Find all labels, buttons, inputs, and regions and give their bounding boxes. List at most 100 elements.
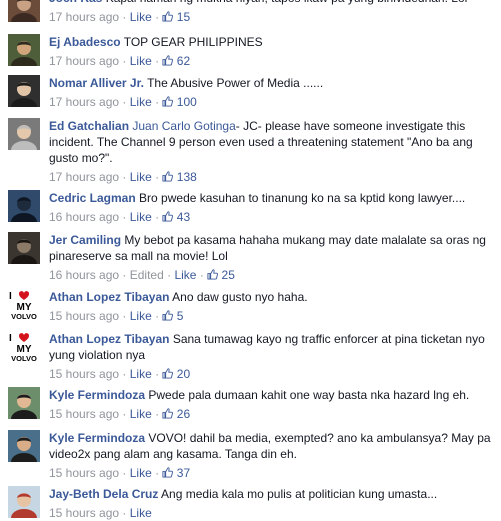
comment-meta: 17 hours ago · Like · 100 (49, 94, 495, 110)
separator-dot: · (122, 407, 127, 421)
like-button[interactable]: Like (130, 210, 152, 224)
comment-text-line: Ej Abadesco TOP GEAR PHILIPPINES (49, 34, 495, 50)
comment-text: Pwede pala dumaan kahit one way basta nk… (148, 388, 470, 402)
author-name-link[interactable]: Athan Lopez Tibayan (49, 332, 169, 346)
svg-text:VOLVO: VOLVO (11, 354, 37, 363)
like-button[interactable]: Like (130, 170, 152, 184)
like-button[interactable]: Like (130, 407, 152, 421)
avatar[interactable] (8, 387, 40, 419)
avatar[interactable] (8, 75, 40, 107)
timestamp-link[interactable]: 17 hours ago (49, 170, 119, 184)
timestamp-link[interactable]: 15 hours ago (49, 309, 119, 323)
comment-meta: 15 hours ago · Like · 37 (49, 465, 495, 481)
like-count[interactable]: 15 (162, 10, 190, 24)
svg-text:I: I (9, 291, 12, 302)
timestamp-link[interactable]: 15 hours ago (49, 407, 119, 421)
comment-meta: 15 hours ago · Like · 26 (49, 406, 495, 422)
like-count[interactable]: 138 (162, 170, 197, 184)
like-count[interactable]: 100 (162, 95, 197, 109)
thumbs-up-icon (162, 11, 174, 22)
avatar[interactable] (8, 232, 40, 264)
like-count[interactable]: 26 (162, 407, 190, 421)
author-name-link[interactable]: Ed Gatchalian (49, 119, 129, 133)
like-count[interactable]: 20 (162, 367, 190, 381)
comment-body: Nomar Alliver Jr. The Abusive Power of M… (49, 75, 495, 110)
avatar[interactable] (8, 0, 40, 22)
like-button[interactable]: Like (174, 268, 196, 282)
like-count[interactable]: 5 (162, 309, 183, 323)
like-button[interactable]: Like (130, 309, 152, 323)
author-name-link[interactable]: Athan Lopez Tibayan (49, 290, 169, 304)
like-count[interactable]: 62 (162, 54, 190, 68)
like-button[interactable]: Like (130, 506, 152, 520)
separator-dot: · (122, 367, 127, 381)
separator-dot: · (155, 407, 160, 421)
edited-label[interactable]: Edited (130, 268, 164, 282)
comment-text-line: Jay-Beth Dela Cruz Ang media kala mo pul… (49, 486, 495, 502)
like-count-number: 26 (176, 407, 191, 421)
thumbs-up-icon (162, 368, 174, 379)
author-name-link[interactable]: Joch Ras (49, 0, 102, 5)
timestamp-link[interactable]: 15 hours ago (49, 367, 119, 381)
i-love-my-volvo-logo-avatar[interactable]: I MY VOLVO (8, 289, 40, 321)
timestamp-link[interactable]: 17 hours ago (49, 10, 119, 24)
timestamp-link[interactable]: 15 hours ago (49, 506, 119, 520)
comment-body: Jay-Beth Dela Cruz Ang media kala mo pul… (49, 486, 495, 521)
like-count[interactable]: 25 (207, 268, 235, 282)
separator-dot: · (155, 210, 160, 224)
author-name-link[interactable]: Ej Abadesco (49, 35, 121, 49)
author-name-link[interactable]: Kyle Fermindoza (49, 388, 145, 402)
thumbs-up-icon (162, 408, 174, 419)
avatar[interactable] (8, 118, 40, 150)
comment-text: The Abusive Power of Media ...... (147, 76, 324, 90)
like-count[interactable]: 43 (162, 210, 190, 224)
avatar[interactable] (8, 190, 40, 222)
avatar[interactable] (8, 486, 40, 518)
like-count[interactable]: 37 (162, 466, 190, 480)
timestamp-link[interactable]: 16 hours ago (49, 268, 119, 282)
comment-text: Bro pwede kasuhan to tinanung ko na sa k… (139, 191, 466, 205)
author-name-link[interactable]: Jer Camiling (49, 233, 121, 247)
like-count-number: 37 (176, 466, 191, 480)
like-button[interactable]: Like (130, 466, 152, 480)
author-name-link[interactable]: Nomar Alliver Jr. (49, 76, 144, 90)
separator-dot: · (155, 309, 160, 323)
like-count-number: 15 (176, 10, 191, 24)
like-count-number: 25 (221, 268, 235, 282)
like-button[interactable]: Like (130, 367, 152, 381)
like-count-number: 100 (176, 95, 197, 109)
comment-text-line: Athan Lopez Tibayan Sana tumawag kayo ng… (49, 331, 495, 363)
author-name-link[interactable]: Cedric Lagman (49, 191, 136, 205)
thumbs-up-icon (162, 55, 174, 66)
comment-text-line: Cedric Lagman Bro pwede kasuhan to tinan… (49, 190, 495, 206)
separator-dot: · (122, 210, 127, 224)
avatar[interactable] (8, 34, 40, 66)
comment-text-line: Kyle Fermindoza VOVO! dahil ba media, ex… (49, 430, 495, 462)
like-button[interactable]: Like (130, 10, 152, 24)
separator-dot: · (199, 268, 204, 282)
avatar[interactable] (8, 430, 40, 462)
timestamp-link[interactable]: 16 hours ago (49, 210, 119, 224)
separator-dot: · (122, 309, 127, 323)
tagged-user-link[interactable]: Juan Carlo Gotinga (132, 119, 235, 133)
timestamp-link[interactable]: 15 hours ago (49, 466, 119, 480)
comment-text: Kapal naman ng mukha niyan, tapos ikaw p… (106, 0, 468, 5)
like-button[interactable]: Like (130, 95, 152, 109)
comment-meta: 16 hours ago · Edited · Like · 25 (49, 267, 495, 283)
i-love-my-volvo-logo-avatar[interactable]: I MY VOLVO (8, 331, 40, 363)
separator-dot: · (122, 95, 127, 109)
separator-dot: · (167, 268, 172, 282)
thumbs-up-icon (162, 171, 174, 182)
separator-dot: · (155, 170, 160, 184)
timestamp-link[interactable]: 17 hours ago (49, 95, 119, 109)
author-name-link[interactable]: Jay-Beth Dela Cruz (49, 487, 158, 501)
comment-meta: 15 hours ago · Like (49, 505, 495, 521)
like-button[interactable]: Like (130, 54, 152, 68)
timestamp-link[interactable]: 17 hours ago (49, 54, 119, 68)
comment-text: TOP GEAR PHILIPPINES (123, 35, 263, 49)
comment-text: Ang media kala mo pulis at politician ku… (161, 487, 438, 501)
separator-dot: · (122, 466, 127, 480)
comment-body: Ej Abadesco TOP GEAR PHILIPPINES 17 hours… (49, 34, 495, 69)
thumbs-up-icon (162, 310, 174, 321)
author-name-link[interactable]: Kyle Fermindoza (49, 431, 145, 445)
